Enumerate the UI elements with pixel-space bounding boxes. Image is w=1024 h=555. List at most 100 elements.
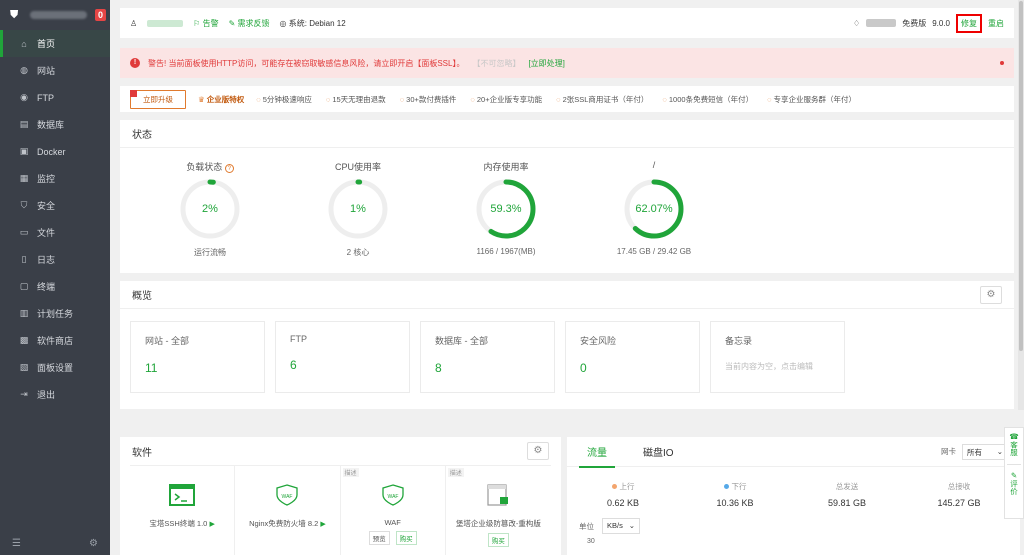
nic-select[interactable]: 所有 ⌄	[962, 443, 1008, 460]
nic-value: 所有	[967, 447, 982, 457]
sidebar-item-6[interactable]: ⛉ 安全	[0, 192, 110, 219]
nic-label: 网卡	[941, 447, 956, 456]
overview-settings-button[interactable]: ⚙	[980, 285, 1002, 304]
stat-label-row: 下行	[679, 481, 791, 492]
unit-select[interactable]: KB/s ⌄	[602, 518, 640, 534]
promo-item[interactable]: ◌ 20+企业版专享功能	[470, 94, 542, 105]
promo-item[interactable]: ◌ 5分钟极速响应	[256, 94, 312, 105]
software-item[interactable]: WAF Nginx免费防火墙 8.2 ▶	[235, 466, 341, 555]
sidebar-item-1[interactable]: ◍ 网站	[0, 57, 110, 84]
sidebar-item-7[interactable]: ▭ 文件	[0, 219, 110, 246]
promo-item[interactable]: ◌ 1000条免费短信（年付）	[662, 94, 753, 105]
page-scrollbar[interactable]	[1018, 0, 1024, 410]
promo-item[interactable]: ◌ 15天无理由退款	[326, 94, 386, 105]
restart-button[interactable]: 重启	[988, 18, 1004, 29]
gauge-0[interactable]: 负载状态 ? 2% 运行流畅	[150, 160, 270, 258]
buy-button[interactable]: 购买	[487, 533, 509, 547]
sidebar-item-11[interactable]: ▩ 软件商店	[0, 327, 110, 354]
gauge-subtitle: 运行流畅	[194, 248, 226, 257]
tab-disk-io[interactable]: 磁盘IO	[643, 444, 674, 459]
globe-icon: ◍	[20, 65, 28, 75]
promo-item[interactable]: ◌ 30+款付费插件	[400, 94, 457, 105]
feedback-link[interactable]: ✎ 需求反馈	[229, 18, 270, 29]
traffic-stat: 上行 0.62 KB	[567, 481, 679, 508]
gauge-value: 1%	[350, 203, 366, 215]
scrollbar-thumb[interactable]	[1019, 1, 1023, 351]
promo-item-label: 2张SSL商用证书（年付）	[562, 94, 649, 104]
software-label: 宝塔SSH终端 1.0	[149, 519, 208, 528]
preview-button[interactable]: 预览	[368, 531, 390, 545]
card-value: 8	[435, 361, 442, 375]
chevron-down-icon: ⌄	[628, 521, 635, 530]
tab-traffic[interactable]: 流量	[579, 436, 615, 468]
overview-panel: 概览 ⚙ 网站 - 全部 11 FTP 6 数据库 - 全部 8 安全风险 0 备忘录 当前内容为…	[120, 281, 1014, 409]
feature-icon: ◌	[662, 94, 667, 104]
sidebar-footer: ☰ ⚙	[12, 538, 98, 549]
os-name: Debian 12	[309, 18, 346, 28]
software-name: 堡塔企业级防篡改-重构版	[446, 518, 551, 529]
sidebar-item-13[interactable]: ⇥ 退出	[0, 381, 110, 408]
gauge-3[interactable]: / 62.07% 17.45 GB / 29.42 GB	[594, 160, 714, 256]
overview-card[interactable]: 安全风险 0	[565, 321, 700, 393]
overview-card[interactable]: FTP 6	[275, 321, 410, 393]
sidebar-item-5[interactable]: ▦ 监控	[0, 165, 110, 192]
sidebar-item-10[interactable]: ▥ 计划任务	[0, 300, 110, 327]
software-settings-button[interactable]: ⚙	[527, 442, 549, 460]
software-item[interactable]: 描述堡塔企业级防篡改-重构版 购买	[446, 466, 551, 555]
stat-label-row: 上行	[567, 481, 679, 492]
sidebar-item-label: 数据库	[37, 120, 65, 130]
upgrade-button[interactable]: 立即升级	[130, 89, 186, 109]
ignore-button[interactable]: 【不可忽略】	[472, 58, 520, 69]
review-button[interactable]: ✎ 评价	[1005, 471, 1023, 497]
close-dot[interactable]	[1000, 61, 1004, 65]
card-title: 备忘录	[725, 336, 753, 346]
gauge-label: CPU使用率	[298, 160, 418, 174]
gauge-2[interactable]: 内存使用率 59.3% 1166 / 1967(MB)	[446, 160, 566, 256]
sidebar-item-2[interactable]: ◉ FTP	[0, 84, 110, 111]
server-name	[29, 11, 87, 19]
card-note: 当前内容为空，点击编辑	[725, 362, 813, 371]
warning-text: 警告! 当前面板使用HTTP访问，可能存在被窃取敏感信息风险，请立即开启【面板S…	[148, 58, 465, 68]
feature-icon: ◌	[470, 94, 475, 104]
gauge-1[interactable]: CPU使用率 1% 2 核心	[298, 160, 418, 258]
help-icon[interactable]: ?	[224, 164, 234, 173]
database-icon: ▤	[19, 119, 29, 129]
repair-button[interactable]: 修复	[956, 13, 982, 33]
gauge-ring: 62.07%	[622, 177, 686, 241]
sidebar-item-label: 监控	[37, 174, 56, 184]
http-warning-banner: ! 警告! 当前面板使用HTTP访问，可能存在被窃取敏感信息风险，请立即开启【面…	[120, 48, 1014, 78]
fix-now-link[interactable]: [立即处理]	[528, 58, 564, 69]
play-icon[interactable]: ▶	[209, 521, 214, 528]
buy-button[interactable]: 购买	[395, 531, 417, 545]
alert-link[interactable]: ⚐ 告警	[193, 18, 218, 29]
version-label: 9.0.0	[932, 18, 950, 28]
gear-icon[interactable]: ⚙	[89, 538, 98, 549]
overview-card[interactable]: 数据库 - 全部 8	[420, 321, 555, 393]
gauge-title: /	[652, 160, 656, 170]
sidebar-item-8[interactable]: ▯ 日志	[0, 246, 110, 273]
promo-item-label: 5分钟极速响应	[262, 94, 312, 104]
promo-item-label: 专享企业服务群（年付）	[773, 94, 857, 104]
edit-icon: ✎	[1010, 471, 1018, 480]
collapse-icon[interactable]: ☰	[12, 538, 21, 549]
overview-card[interactable]: 备忘录当前内容为空，点击编辑	[710, 321, 845, 393]
logout-icon: ⇥	[20, 389, 28, 399]
shield-icon: WAF	[274, 484, 300, 506]
overview-card[interactable]: 网站 - 全部 11	[130, 321, 265, 393]
promo-item[interactable]: ◌ 专享企业服务群（年付）	[767, 94, 856, 105]
traffic-stat: 下行 10.36 KB	[679, 481, 791, 508]
software-item[interactable]: 宝塔SSH终端 1.0 ▶	[130, 466, 236, 555]
sidebar-item-0[interactable]: ⌂ 首页	[0, 30, 110, 57]
notification-badge[interactable]: 0	[94, 9, 106, 21]
software-item[interactable]: 描述 WAF WAF 预览 购买	[341, 466, 446, 555]
play-icon[interactable]: ▶	[320, 521, 325, 528]
sidebar-item-9[interactable]: ▢ 终端	[0, 273, 110, 300]
sidebar-item-4[interactable]: ▣ Docker	[0, 138, 110, 165]
enterprise-privilege[interactable]: ♛ 企业版特权	[198, 94, 244, 105]
software-name: Nginx免费防火墙 8.2 ▶	[235, 518, 339, 529]
software-tag: 描述	[447, 468, 464, 477]
promo-item[interactable]: ◌ 2张SSL商用证书（年付）	[556, 94, 648, 105]
sidebar-item-3[interactable]: ▤ 数据库	[0, 111, 110, 138]
service-button[interactable]: ☎ 客服	[1005, 432, 1023, 458]
sidebar-item-12[interactable]: ▧ 面板设置	[0, 354, 110, 381]
